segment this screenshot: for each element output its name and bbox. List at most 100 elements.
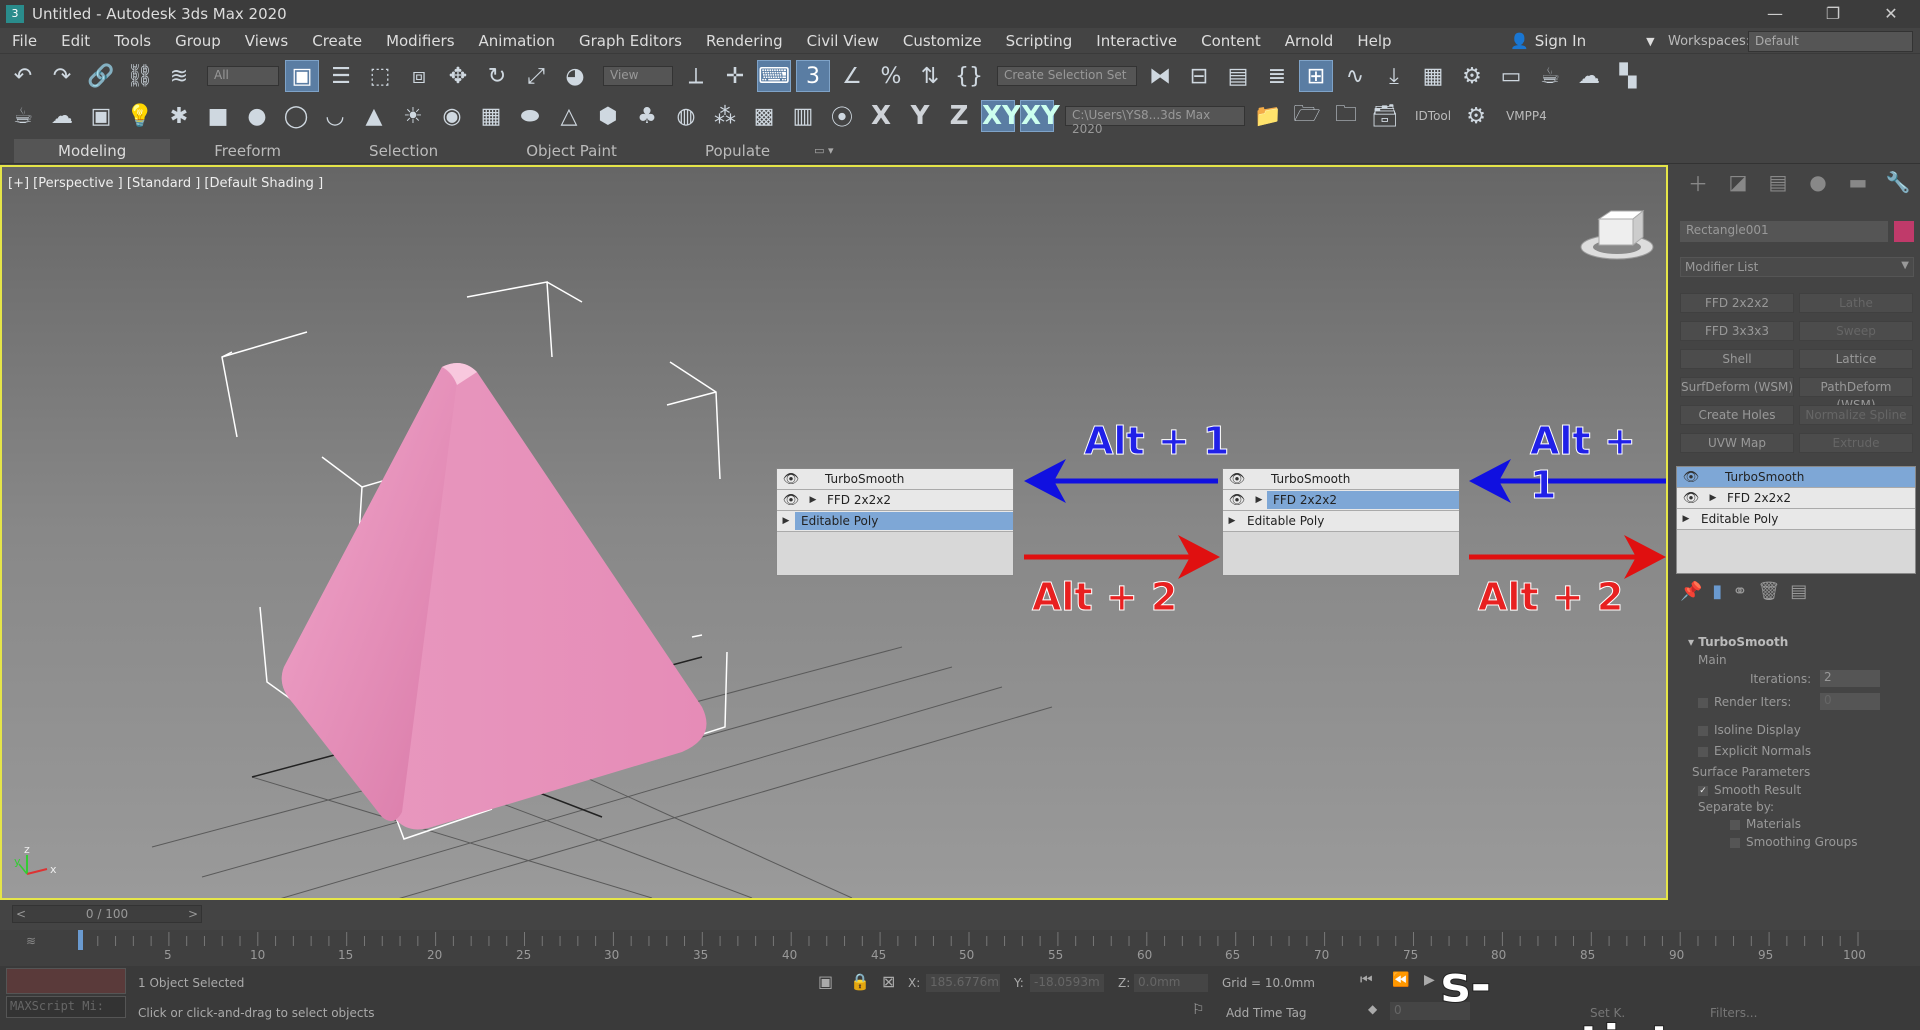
prev-key-icon[interactable]: ⏪ [1392,972,1409,988]
place-icon[interactable]: ◕ [558,60,592,92]
menu-arnold[interactable]: Arnold [1273,32,1346,50]
tab-populate[interactable]: Populate [661,139,814,163]
manipulate-icon[interactable]: ✛ [718,60,752,92]
tab-object-paint[interactable]: Object Paint [482,139,661,163]
selection-filter-dropdown[interactable]: All [207,66,279,86]
eye-icon[interactable]: 👁 [1223,472,1251,487]
viewcube-icon[interactable] [1577,205,1657,265]
expand-arrow-icon[interactable]: ▶ [1677,514,1695,524]
idtool-button[interactable]: IDTool [1415,109,1451,123]
isolate-selection-icon[interactable]: ▣ [818,972,833,991]
modify-tab-icon[interactable]: ◪ [1718,170,1758,194]
render-online-icon[interactable]: ☁ [1572,60,1606,92]
axis-xy-cycle-button[interactable]: XY [1020,100,1060,132]
lock-icon[interactable]: 🔒 [850,972,870,991]
record-icon[interactable]: ⦿ [825,100,859,132]
expand-arrow-icon[interactable]: ▶ [1251,495,1267,505]
menu-customize[interactable]: Customize [891,32,994,50]
object-name-field[interactable]: Rectangle001 [1680,221,1888,242]
link-icon[interactable]: 🔗 [84,60,118,92]
modifier-button-pathdeform[interactable]: PathDeform (WSM) [1799,377,1913,412]
menu-scripting[interactable]: Scripting [994,32,1085,50]
expand-arrow-icon[interactable]: ▶ [777,516,795,526]
helper-icon[interactable]: ✱ [162,100,196,132]
pin-stack-icon[interactable]: 📌 [1680,581,1702,602]
open-folder-icon[interactable]: 🗁 [1290,100,1324,132]
selection-set-dropdown[interactable]: Create Selection Set [997,66,1137,86]
stack-row-ffd[interactable]: 👁 ▶ FFD 2x2x2 [1677,488,1915,509]
light-icon[interactable]: 💡 [123,100,157,132]
menu-create[interactable]: Create [300,32,374,50]
gear-icon[interactable]: ⚙ [1459,100,1493,132]
perspective-viewport[interactable]: [+] [Perspective ] [Standard ] [Default … [0,165,1668,900]
undo-icon[interactable]: ↶ [6,60,40,92]
smoothing-groups-checkbox[interactable]: Smoothing Groups [1730,835,1857,849]
expand-arrow-icon[interactable]: ▶ [1705,493,1721,503]
bowl-icon[interactable]: ◡ [318,100,352,132]
window-crossing-icon[interactable]: ⧈ [402,60,436,92]
modifier-button-sweep[interactable]: Sweep [1799,321,1913,341]
project-folder-icon[interactable]: 📁 [1251,100,1285,132]
stack-icon[interactable]: ▥ [786,100,820,132]
stack-row-turbosmooth[interactable]: 👁 TurboSmooth [777,469,1013,490]
prev-frame-icon[interactable]: < [13,906,26,922]
modifier-button-uvw-map[interactable]: UVW Map [1680,433,1794,453]
scale-icon[interactable]: ⤢ [519,60,553,92]
display-tab-icon[interactable]: ▬ [1838,170,1878,194]
redo-icon[interactable]: ↷ [45,60,79,92]
tab-selection[interactable]: Selection [325,139,482,163]
add-time-tag-button[interactable]: Add Time Tag [1226,1006,1307,1020]
move-icon[interactable]: ✥ [441,60,475,92]
iterations-spinner[interactable]: 2 [1820,670,1880,687]
stack-row-editable-poly[interactable]: ▶ Editable Poly [777,511,1013,532]
next-frame-icon[interactable]: > [188,906,201,922]
edit-named-selection-icon[interactable]: {} [952,60,986,92]
tab-freeform[interactable]: Freeform [170,139,325,163]
material-editor-icon[interactable]: ▦ [1416,60,1450,92]
utilities-tab-icon[interactable]: 🔧 [1878,170,1918,194]
modifier-button-shell[interactable]: Shell [1680,349,1794,369]
ribbon-toggle-icon[interactable]: ⊞ [1299,60,1333,92]
menu-rendering[interactable]: Rendering [694,32,795,50]
expand-arrow-icon[interactable]: ▶ [1223,516,1241,526]
smooth-result-checkbox[interactable]: ✓ Smooth Result [1698,783,1801,797]
menu-group[interactable]: Group [163,32,233,50]
eye-icon[interactable]: 👁 [777,493,805,508]
select-by-name-icon[interactable]: ☰ [324,60,358,92]
align-icon[interactable]: ⊟ [1182,60,1216,92]
archive-icon[interactable]: 🗃 [1368,100,1402,132]
object-color-swatch[interactable] [1894,221,1914,242]
axis-z-button[interactable]: Z [942,101,976,131]
plant-icon[interactable]: ♣ [630,100,664,132]
workspaces-dropdown[interactable]: Default [1748,31,1913,52]
mirror-icon[interactable]: ⧓ [1143,60,1177,92]
absolute-mode-icon[interactable]: ⊠ [882,972,895,991]
configure-sets-icon[interactable]: ▤ [1790,581,1807,602]
menu-edit[interactable]: Edit [49,32,102,50]
stack-row-editable-poly[interactable]: ▶ Editable Poly [1677,509,1915,530]
minimize-icon[interactable]: — [1746,0,1804,28]
y-coordinate-field[interactable]: -18.0593m [1030,974,1104,992]
sphere-shaded-icon[interactable]: ◍ [669,100,703,132]
menu-graph-editors[interactable]: Graph Editors [567,32,694,50]
axis-xy-button[interactable]: XY [981,100,1021,132]
time-tag-icon[interactable]: ⚐ [1192,1002,1205,1018]
stack-row-ffd[interactable]: 👁 ▶ FFD 2x2x2 [1223,490,1459,511]
grid-object-icon[interactable]: ▦ [474,100,508,132]
motion-tab-icon[interactable]: ● [1798,170,1838,194]
rotate-icon[interactable]: ↻ [480,60,514,92]
rect-selection-icon[interactable]: ⬚ [363,60,397,92]
spinner-snap-icon[interactable]: ⇅ [913,60,947,92]
bind-spacewarp-icon[interactable]: ≋ [162,60,196,92]
menu-views[interactable]: Views [233,32,300,50]
sign-in-button[interactable]: 👤 Sign In ▼ [1510,28,1655,54]
menu-modifiers[interactable]: Modifiers [374,32,466,50]
sphere-icon[interactable]: ● [240,100,274,132]
teapot-icon[interactable]: ☕ [6,100,40,132]
modifier-button-ffd3[interactable]: FFD 3x3x3 [1680,321,1794,341]
go-to-start-icon[interactable]: ⏮ [1360,972,1373,988]
time-slider[interactable]: < 0 / 100 > [12,905,202,923]
maxscript-mini-listener[interactable]: MAXScript Mi: [6,996,126,1018]
eye-icon[interactable]: 👁 [777,472,805,487]
make-unique-icon[interactable]: ⚭ [1732,581,1747,602]
